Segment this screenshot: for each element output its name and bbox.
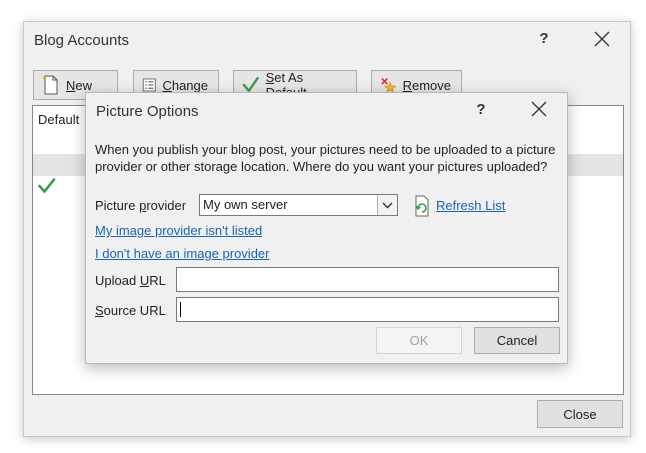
picture-options-close-button[interactable] <box>524 95 554 123</box>
help-icon: ? <box>476 100 486 118</box>
picture-options-title: Picture Options <box>96 103 199 120</box>
close-window-button[interactable] <box>587 25 617 53</box>
default-account-check-icon <box>38 178 56 194</box>
blog-accounts-title: Blog Accounts <box>34 32 130 49</box>
new-document-icon <box>43 75 58 95</box>
source-url-input[interactable] <box>176 297 559 322</box>
help-icon: ? <box>539 29 549 47</box>
ok-button[interactable]: OK <box>376 327 462 354</box>
cancel-button[interactable]: Cancel <box>474 327 560 354</box>
source-url-label: Source URL <box>95 303 166 318</box>
refresh-icon[interactable] <box>412 195 432 217</box>
upload-url-label: Upload URL <box>95 273 166 288</box>
picture-options-dialog: Picture Options ? When you publish your … <box>85 92 568 364</box>
provider-not-listed-link[interactable]: My image provider isn't listed <box>95 223 262 238</box>
change-account-label: Change <box>162 77 208 93</box>
picture-provider-select[interactable]: My own server <box>199 194 398 216</box>
dropdown-arrow[interactable] <box>377 195 397 215</box>
picture-provider-value: My own server <box>203 197 288 212</box>
help-button[interactable]: ? <box>529 24 559 52</box>
column-header-default[interactable]: Default <box>33 106 79 132</box>
no-image-provider-link[interactable]: I don't have an image provider <box>95 246 269 261</box>
picture-provider-label: Picture provider <box>95 198 187 213</box>
upload-url-input[interactable] <box>176 267 559 292</box>
picture-options-help-button[interactable]: ? <box>466 95 496 123</box>
new-account-label: New <box>66 77 93 93</box>
text-caret <box>180 302 181 317</box>
close-icon <box>531 101 547 117</box>
upload-description: When you publish your blog post, your pi… <box>95 142 556 174</box>
close-button[interactable]: Close <box>537 400 623 428</box>
chevron-down-icon <box>382 202 393 208</box>
close-icon <box>594 31 610 47</box>
remove-account-label: Remove <box>402 77 451 93</box>
refresh-list-link[interactable]: Refresh List <box>436 198 505 213</box>
